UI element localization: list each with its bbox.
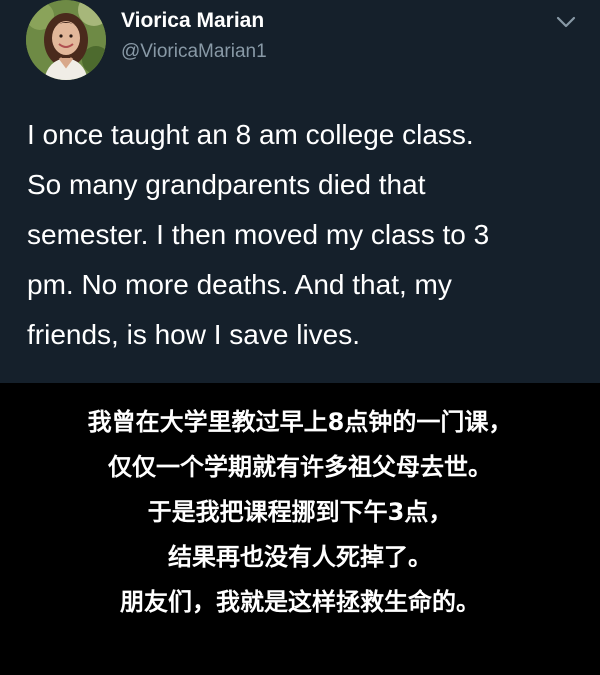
translation-caption: 我曾在大学里教过早上8点钟的一门课， 仅仅一个学期就有许多祖父母去世。 于是我把… [0, 383, 600, 675]
caption-text: 我曾在大学里教过早上8点钟的一门课， 仅仅一个学期就有许多祖父母去世。 于是我把… [0, 400, 600, 625]
tweet-text-line: semester. I then moved my class to 3 [27, 219, 490, 250]
caption-line: 结果再也没有人死掉了。 [168, 543, 432, 571]
chevron-down-icon [556, 16, 576, 28]
tweet-text: I once taught an 8 am college class. So … [27, 110, 587, 360]
caption-line: 朋友们，我就是这样拯救生命的。 [120, 588, 480, 616]
tweet-text-line: pm. No more deaths. And that, my [27, 269, 452, 300]
tweet-text-line: I once taught an 8 am college class. [27, 119, 474, 150]
tweet-menu-button[interactable] [555, 14, 577, 30]
tweet-text-line: So many grandparents died that [27, 169, 426, 200]
avatar[interactable] [26, 0, 106, 80]
author-display-name[interactable]: Viorica Marian [121, 8, 264, 34]
caption-line: 于是我把课程挪到下午3点， [147, 498, 453, 526]
profile-photo-icon [26, 0, 106, 80]
tweet-card: Viorica Marian @VioricaMarian1 I once ta… [0, 0, 600, 383]
author-handle[interactable]: @VioricaMarian1 [121, 40, 267, 64]
caption-line: 我曾在大学里教过早上8点钟的一门课， [87, 408, 513, 436]
tweet-text-line: friends, is how I save lives. [27, 319, 361, 350]
caption-line: 仅仅一个学期就有许多祖父母去世。 [108, 453, 492, 481]
